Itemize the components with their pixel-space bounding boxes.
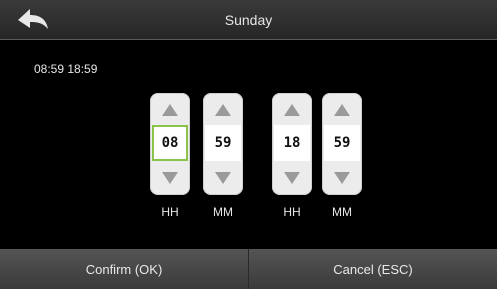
triangle-down-icon [215, 172, 231, 184]
time-range-text: 08:59 18:59 [34, 62, 98, 76]
unit-label-hh: HH [161, 205, 179, 219]
increment-button[interactable] [322, 97, 362, 123]
page-title: Sunday [224, 12, 273, 28]
decrement-button[interactable] [150, 165, 190, 191]
triangle-up-icon [162, 104, 178, 116]
triangle-down-icon [162, 172, 178, 184]
minute-value-field[interactable]: 59 [324, 125, 360, 161]
header-bar: Sunday [0, 0, 497, 40]
footer-bar: Confirm (OK) Cancel (ESC) [0, 249, 497, 289]
start-minute-spinner: 59 [203, 93, 243, 195]
triangle-up-icon [334, 104, 350, 116]
decrement-button[interactable] [272, 165, 312, 191]
decrement-button[interactable] [322, 165, 362, 191]
hour-value-field[interactable]: 08 [152, 125, 188, 161]
unit-label-mm: MM [213, 205, 233, 219]
triangle-down-icon [284, 172, 300, 184]
increment-button[interactable] [150, 97, 190, 123]
end-minute-spinner: 59 [322, 93, 362, 195]
confirm-button[interactable]: Confirm (OK) [0, 249, 248, 289]
end-hour-spinner: 18 [272, 93, 312, 195]
minute-value-field[interactable]: 59 [205, 125, 241, 161]
increment-button[interactable] [203, 97, 243, 123]
triangle-up-icon [284, 104, 300, 116]
triangle-up-icon [215, 104, 231, 116]
cancel-button[interactable]: Cancel (ESC) [249, 249, 497, 289]
start-hour-spinner: 08 [150, 93, 190, 195]
increment-button[interactable] [272, 97, 312, 123]
decrement-button[interactable] [203, 165, 243, 191]
hour-value-field[interactable]: 18 [274, 125, 310, 161]
unit-label-hh: HH [283, 205, 301, 219]
unit-label-mm: MM [332, 205, 352, 219]
triangle-down-icon [334, 172, 350, 184]
